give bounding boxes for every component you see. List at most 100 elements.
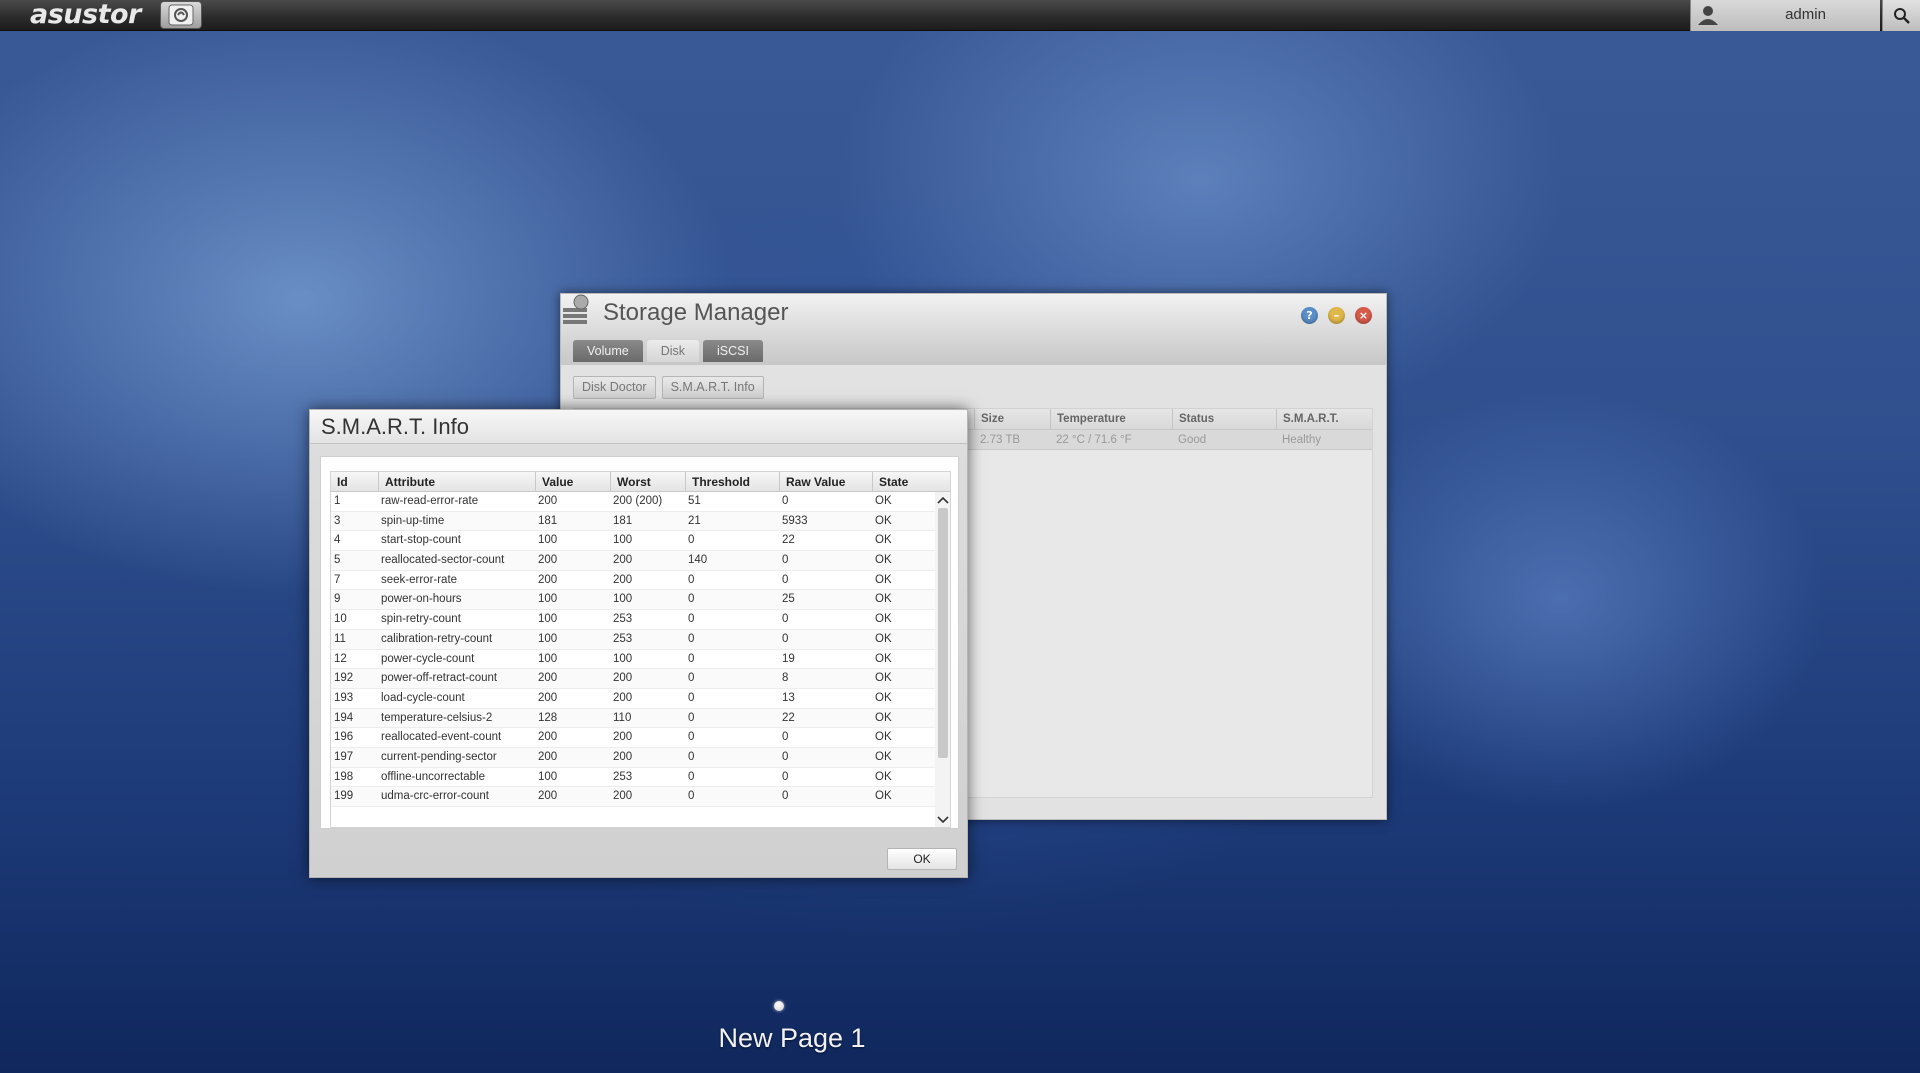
attr-name: spin-retry-count (381, 613, 461, 626)
attr-raw-value: 22 (782, 534, 795, 547)
attr-worst: 200 (200) (613, 495, 663, 507)
tab-disk[interactable]: Disk (646, 340, 700, 362)
attr-name: power-off-retract-count (381, 672, 498, 685)
table-row[interactable]: 9 power-on-hours 100 100 0 25 OK (331, 590, 935, 611)
attr-threshold: 0 (688, 652, 695, 665)
table-row[interactable]: 194 temperature-celsius-2 128 110 0 22 OK (331, 708, 935, 729)
attr-worst: 110 (613, 711, 632, 724)
attr-state: OK (875, 652, 892, 665)
attr-threshold: 0 (688, 691, 695, 704)
attr-name: current-pending-sector (381, 750, 497, 763)
attr-value: 200 (538, 790, 558, 803)
attr-value: 100 (538, 632, 558, 645)
smart-table-body: 1 raw-read-error-rate 200 200 (200) 51 0 OK 3 sp… (331, 492, 935, 807)
attr-name: temperature-celsius-2 (381, 711, 493, 724)
dialog-title: S.M.A.R.T. Info (321, 414, 469, 439)
attr-name: raw-read-error-rate (381, 495, 479, 507)
attr-worst: 100 (613, 652, 633, 665)
attr-raw-value: 13 (782, 691, 795, 704)
user-icon (1697, 4, 1719, 30)
attr-threshold: 0 (688, 750, 695, 763)
attr-state: OK (875, 691, 892, 704)
search-icon[interactable] (1882, 0, 1920, 31)
attr-value: 200 (538, 691, 558, 704)
table-row[interactable]: 193 load-cycle-count 200 200 0 13 OK (331, 689, 935, 709)
scroll-down-icon[interactable] (935, 812, 950, 827)
table-row[interactable]: 192 power-off-retract-count 200 200 0 8 OK (331, 669, 935, 689)
table-row[interactable]: 198 offline-uncorrectable 100 253 0 0 OK (331, 768, 935, 788)
close-icon[interactable]: × (1355, 307, 1372, 324)
disk-doctor-button[interactable]: Disk Doctor (573, 376, 656, 399)
user-menu[interactable]: admin (1690, 0, 1880, 31)
attr-state: OK (875, 495, 892, 507)
attr-value: 200 (538, 495, 558, 507)
attr-threshold: 0 (688, 534, 695, 547)
attr-worst: 100 (613, 534, 633, 547)
table-row[interactable]: 5 reallocated-sector-count 200 200 140 0 OK (331, 551, 935, 571)
attr-threshold: 140 (688, 554, 708, 567)
attr-value: 100 (538, 770, 558, 783)
attr-state: OK (875, 672, 892, 685)
attr-threshold: 0 (688, 672, 695, 685)
attr-id: 12 (334, 652, 347, 665)
dialog-content-panel: Id Attribute Value Worst Threshold Raw V… (320, 456, 959, 829)
attr-threshold: 0 (688, 613, 695, 626)
table-scrollbar[interactable] (935, 492, 950, 827)
attr-id: 194 (334, 711, 354, 724)
table-row[interactable]: 7 seek-error-rate 200 200 0 0 OK (331, 571, 935, 591)
attr-state: OK (875, 750, 892, 763)
attr-id: 11 (334, 632, 346, 645)
attr-id: 196 (334, 731, 354, 744)
attr-id: 193 (334, 691, 354, 704)
tab-volume[interactable]: Volume (573, 340, 643, 362)
attr-name: load-cycle-count (381, 691, 465, 704)
attr-raw-value: 5933 (782, 514, 808, 527)
attr-state: OK (875, 514, 892, 527)
attr-worst: 200 (613, 672, 633, 685)
attr-threshold: 0 (688, 573, 695, 586)
attr-value: 100 (538, 652, 558, 665)
minimize-icon[interactable]: – (1328, 307, 1345, 324)
attr-worst: 253 (613, 613, 633, 626)
attr-threshold: 0 (688, 632, 695, 645)
table-row[interactable]: 10 spin-retry-count 100 253 0 0 OK (331, 610, 935, 630)
help-icon[interactable]: ? (1301, 307, 1318, 324)
table-row[interactable]: 12 power-cycle-count 100 100 0 19 OK (331, 650, 935, 670)
table-row[interactable]: 11 calibration-retry-count 100 253 0 0 OK (331, 629, 935, 650)
brand-logo: asustor (30, 0, 141, 30)
attr-id: 10 (334, 613, 347, 626)
attr-id: 1 (334, 495, 341, 507)
table-row[interactable]: 196 reallocated-event-count 200 200 0 0 OK (331, 728, 935, 748)
attr-raw-value: 25 (782, 593, 795, 606)
smart-info-button[interactable]: S.M.A.R.T. Info (661, 376, 764, 399)
attr-id: 197 (334, 750, 354, 763)
table-row[interactable]: 1 raw-read-error-rate 200 200 (200) 51 0 OK (331, 492, 935, 512)
scrollbar-thumb[interactable] (938, 508, 948, 758)
attr-state: OK (875, 790, 892, 803)
page-indicator-dot[interactable] (774, 1001, 784, 1011)
column-header-worst: Worst (610, 472, 685, 492)
attr-id: 4 (334, 534, 341, 547)
attr-raw-value: 0 (782, 731, 789, 744)
window-title: Storage Manager (603, 299, 789, 326)
attr-raw-value: 22 (782, 711, 795, 724)
attr-state: OK (875, 534, 892, 547)
attr-name: udma-crc-error-count (381, 790, 489, 803)
tab-iscsi[interactable]: iSCSI (703, 340, 763, 362)
storage-manager-header: Storage Manager ? – × Volume Disk iSCSI (561, 294, 1386, 365)
home-logo-icon[interactable] (160, 1, 202, 29)
attr-state: OK (875, 731, 892, 744)
table-row[interactable]: 199 udma-crc-error-count 200 200 0 0 OK (331, 787, 935, 807)
attr-id: 5 (334, 554, 341, 567)
ok-button[interactable]: OK (887, 848, 957, 870)
attr-name: spin-up-time (381, 514, 445, 527)
attr-state: OK (875, 632, 892, 645)
dialog-header: S.M.A.R.T. Info (310, 410, 967, 444)
attr-raw-value: 0 (782, 770, 789, 783)
attr-worst: 200 (613, 731, 633, 744)
table-row[interactable]: 197 current-pending-sector 200 200 0 0 OK (331, 747, 935, 768)
table-row[interactable]: 4 start-stop-count 100 100 0 22 OK (331, 531, 935, 552)
table-row[interactable]: 3 spin-up-time 181 181 21 5933 OK (331, 511, 935, 532)
scroll-up-icon[interactable] (935, 492, 950, 508)
attr-threshold: 0 (688, 770, 695, 783)
